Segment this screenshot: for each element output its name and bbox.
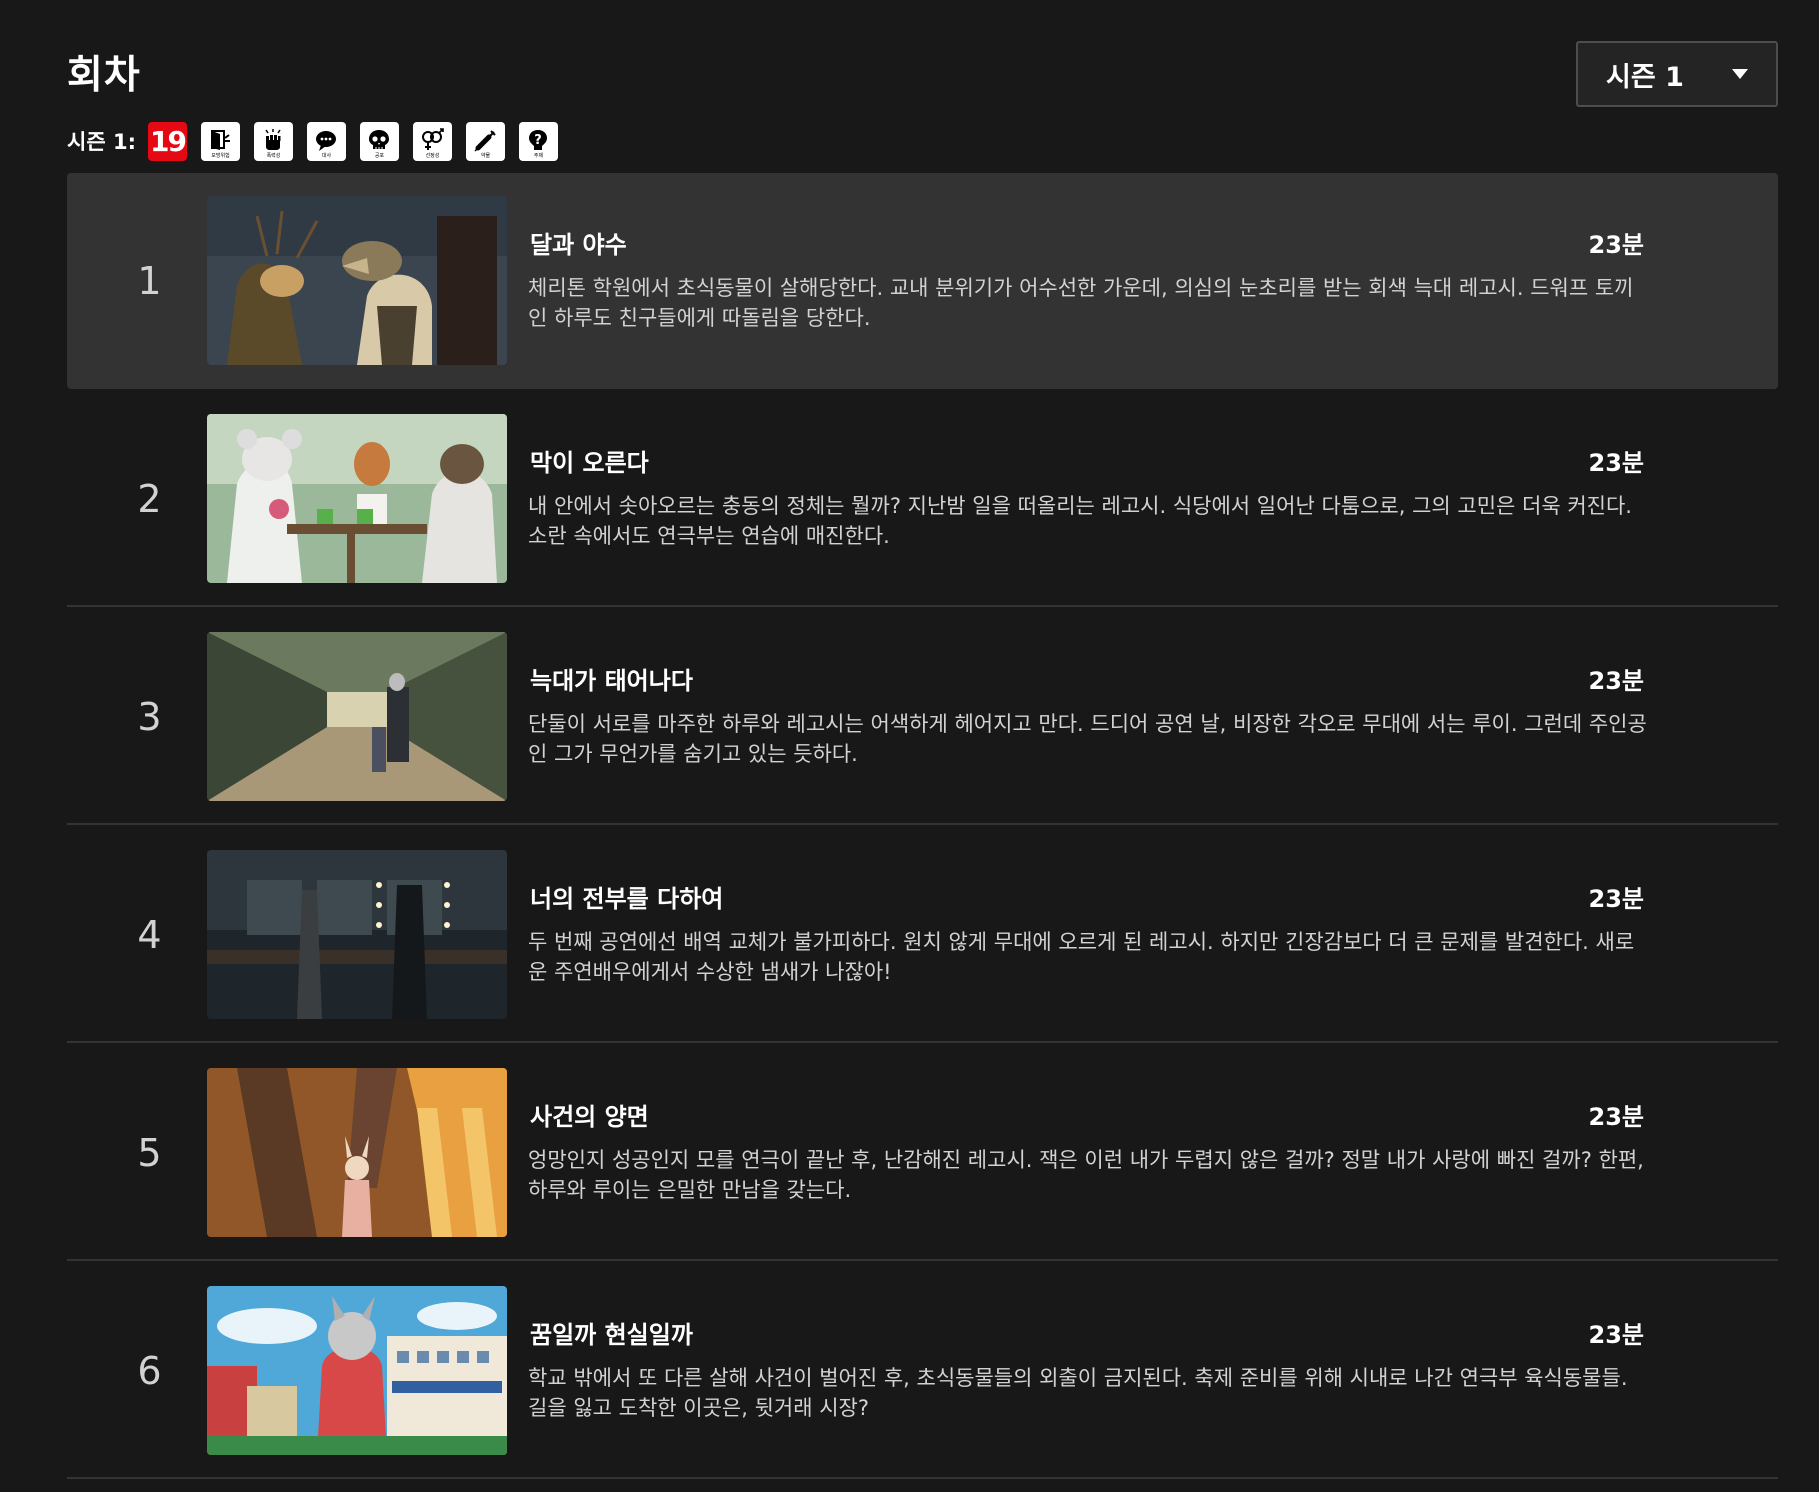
episode-thumbnail[interactable] [207,1068,507,1237]
episode-title: 너의 전부를 다하여 [530,885,724,913]
episode-thumbnail[interactable] [207,632,507,801]
episode-title: 늑대가 태어나다 [530,667,693,695]
episode-synopsis: 학교 밖에서 또 다른 살해 사건이 벌어진 후, 초식동물들의 외출이 금지된… [528,1366,1628,1420]
episode-thumbnail[interactable] [207,196,507,365]
descriptor-caption: 대사 [321,152,332,159]
episode-thumbnail[interactable] [207,414,507,583]
episode-duration: 23분 [1588,449,1644,477]
chevron-down-icon [1732,69,1748,79]
episode-thumbnail[interactable] [207,850,507,1019]
question-icon: ? 주제 [518,121,558,161]
svg-text:?: ? [535,133,543,148]
age-rating-badge: 19 [147,121,187,161]
skull-icon: 공포 [359,121,399,161]
descriptor-caption: 주제 [533,152,544,159]
page-title: 회차 [67,53,141,98]
episode-synopsis: 단둘이 서로를 마주한 하루와 레고시는 어색하게 헤어지고 만다. 드디어 공… [528,712,1647,766]
episode-item[interactable]: 4 너의 전부를 다하여 23분 두 번째 공연에선 배역 교체가 불가피하다.… [67,827,1778,1043]
episode-title: 꿈일까 현실일까 [530,1321,693,1349]
ratings-label: 시즌 1: [67,130,136,154]
episode-synopsis: 내 안에서 솟아오르는 충동의 정체는 뭘까? 지난밤 일을 떠올리는 레고시.… [528,494,1632,548]
syringe-icon: 약물 [465,121,505,161]
episode-duration: 23분 [1588,667,1644,695]
episode-list: 1 달과 야수 23분 체리톤 학원에서 초식동물이 살해당한다. 교내 분위기… [67,173,1778,1479]
descriptor-caption: 모방위험 [211,152,230,159]
descriptor-caption: 폭력성 [266,152,281,159]
season-dropdown[interactable]: 시즌 1 [1576,41,1778,107]
episode-item[interactable]: 2 막이 오른다 23분 내 안에서 솟아오르는 충동의 정체는 뭘까? 지난밤… [67,391,1778,607]
door-icon: 모방위험 [200,121,240,161]
episode-duration: 23분 [1588,1103,1644,1131]
episode-item[interactable]: 1 달과 야수 23분 체리톤 학원에서 초식동물이 살해당한다. 교내 분위기… [67,173,1778,389]
episode-thumbnail[interactable] [207,1286,507,1455]
maturity-ratings: 시즌 1: 19 모방위험 폭력성 대사 공포 선정성 약물 ? 주제 [67,120,572,162]
episode-synopsis: 두 번째 공연에선 배역 교체가 불가피하다. 원치 않게 무대에 오르게 된 … [528,930,1635,984]
episode-item[interactable]: 5 사건의 양면 23분 엉망인지 성공인지 모를 연극이 끝난 후, 난감해진… [67,1045,1778,1261]
episode-duration: 23분 [1588,885,1644,913]
fist-icon: 폭력성 [253,121,293,161]
episode-item[interactable]: 6 꿈일까 현실일까 23분 학교 밖에서 또 다른 살해 사건이 벌어진 후,… [67,1263,1778,1479]
episode-duration: 23분 [1588,1321,1644,1349]
episode-title: 사건의 양면 [530,1103,649,1131]
descriptor-caption: 약물 [480,152,491,159]
episode-synopsis: 체리톤 학원에서 초식동물이 살해당한다. 교내 분위기가 어수선한 가운데, … [528,276,1634,330]
episode-item[interactable]: 3 늑대가 태어나다 23분 단둘이 서로를 마주한 하루와 레고시는 어색하게… [67,609,1778,825]
episode-duration: 23분 [1588,231,1644,259]
episodes-header: 회차 시즌 1 시즌 1: 19 모방위험 폭력성 대사 공포 선정성 약물 ?… [67,38,1778,168]
season-dropdown-label: 시즌 1 [1606,61,1684,93]
episode-title: 달과 야수 [530,231,627,259]
descriptor-caption: 선정성 [425,152,440,159]
descriptor-caption: 공포 [374,152,385,159]
episode-title: 막이 오른다 [530,449,649,477]
gender-icon: 선정성 [412,121,452,161]
speech-bubble-icon: 대사 [306,121,346,161]
episode-synopsis: 엉망인지 성공인지 모를 연극이 끝난 후, 난감해진 레고시. 잭은 이런 내… [528,1148,1644,1202]
